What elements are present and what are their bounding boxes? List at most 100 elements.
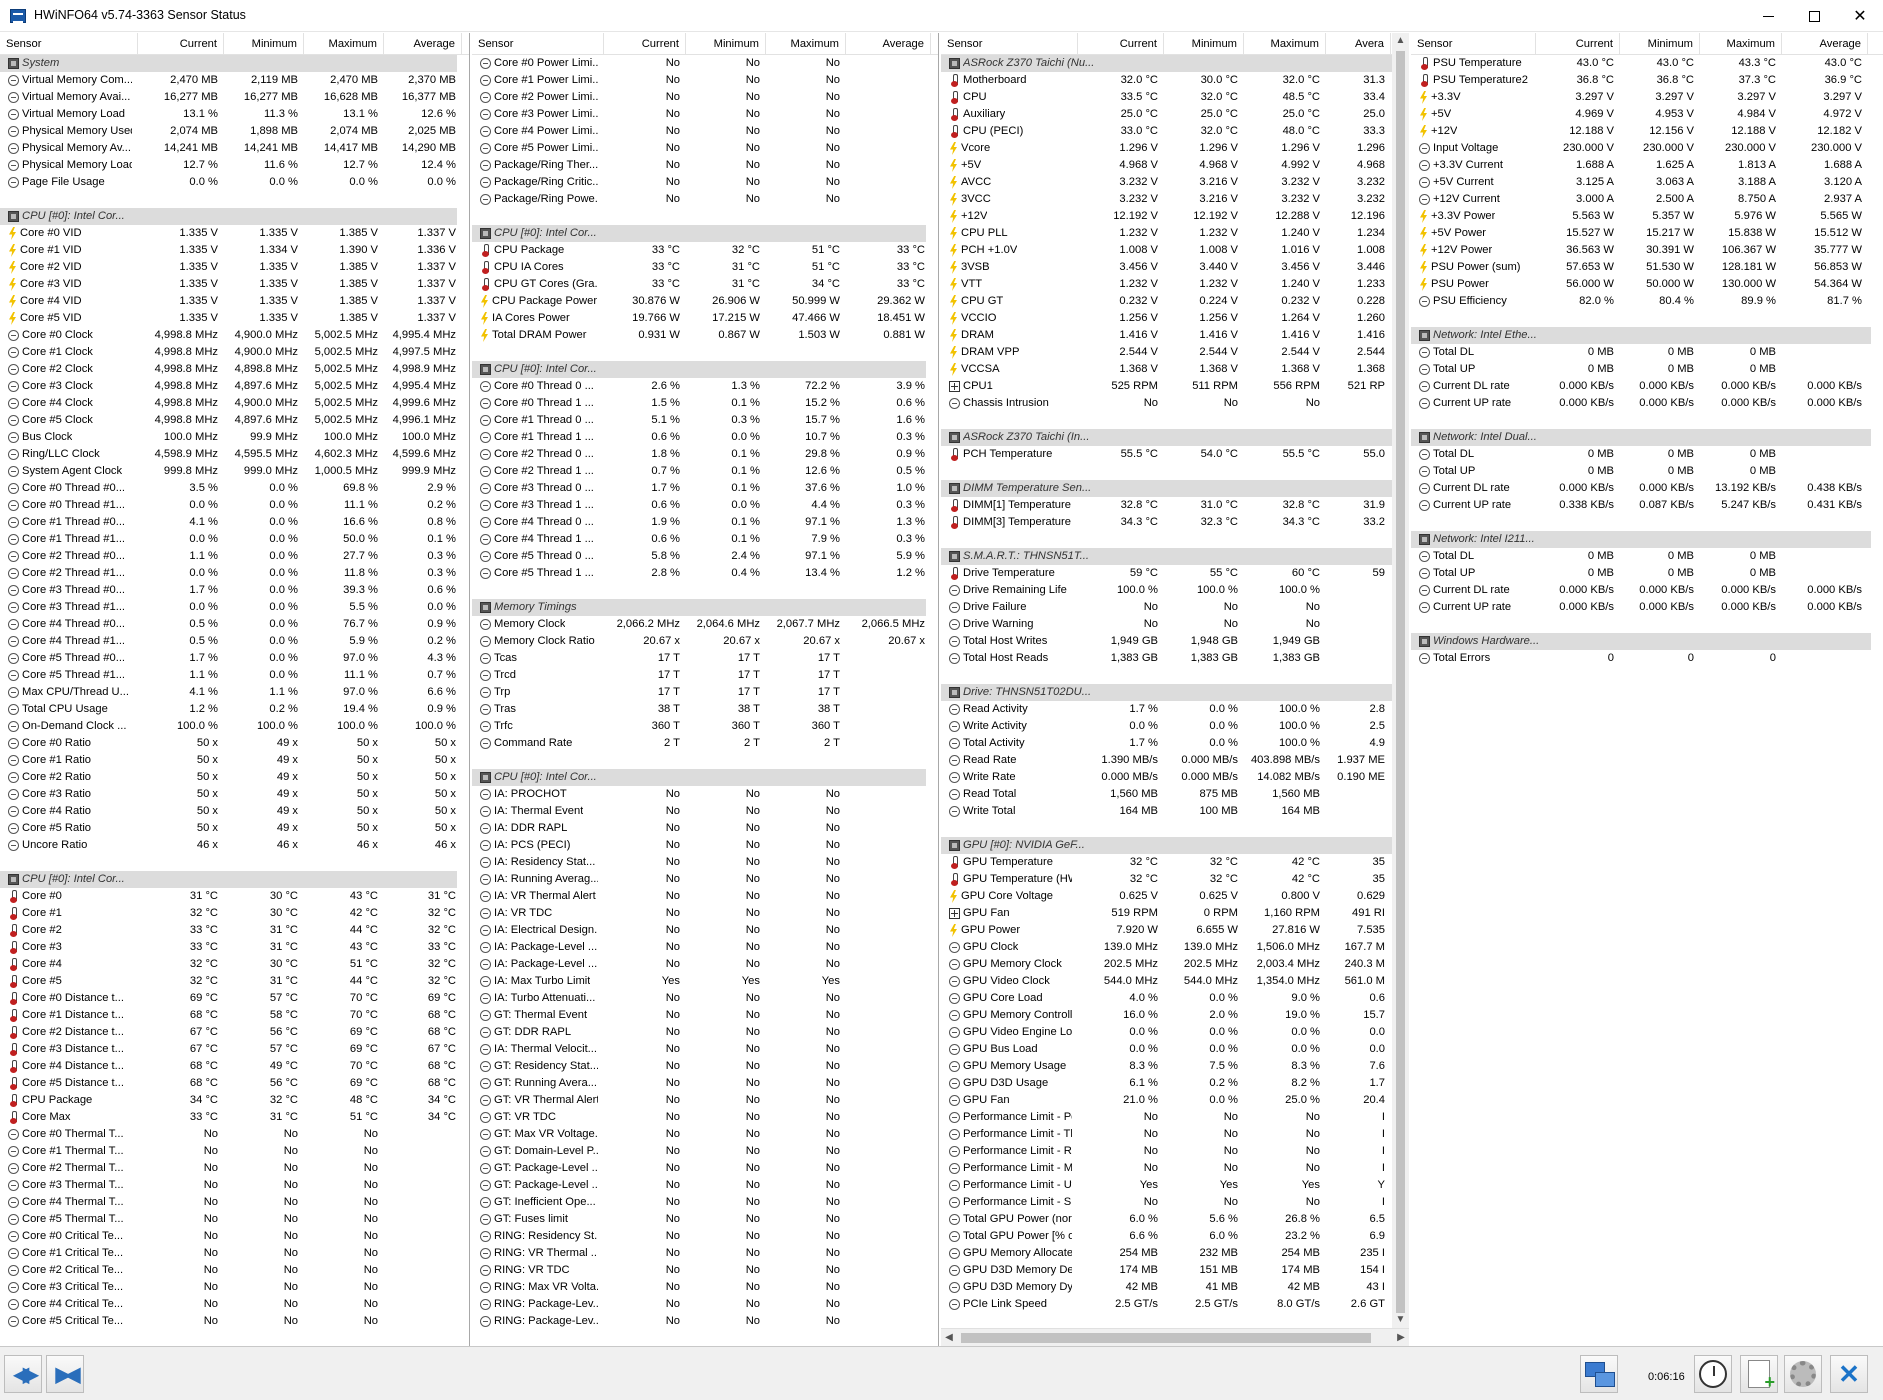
maximize-button[interactable]	[1791, 0, 1837, 32]
sensor-row[interactable]: Total UP 0 MB 0 MB 0 MB	[1411, 361, 1883, 378]
expand-columns-button[interactable]: ◀▶	[4, 1355, 42, 1393]
sensor-row[interactable]: GPU D3D Memory Dedic...174 MB151 MB174 M…	[941, 1262, 1408, 1279]
sensor-row[interactable]: Virtual Memory Load 13.1 % 11.3 % 13.1 % 12.…	[0, 106, 469, 123]
sensor-group-header[interactable]: CPU [#0]: Intel Cor...	[472, 225, 926, 242]
sensor-row[interactable]: Core #2 Power Limi... No No No	[472, 89, 938, 106]
sensor-row[interactable]: CPU Package 34 °C 32 °C 48 °C 34 °C	[0, 1092, 469, 1109]
sensor-row[interactable]: RING: Package-Lev... No No No	[472, 1313, 938, 1330]
sensor-row[interactable]: GPU D3D Memory Dyna...42 MB41 MB42 MB43 …	[941, 1279, 1408, 1296]
sensor-row[interactable]: Core #0 Thread 1 ... 1.5 % 0.1 % 15.2 % 0.6 …	[472, 395, 938, 412]
sensor-row[interactable]: Read Total 1,560 MB 875 MB 1,560 MB	[941, 786, 1408, 803]
sensor-row[interactable]: Physical Memory Used 2,074 MB 1,898 MB 2,07…	[0, 123, 469, 140]
sensor-row[interactable]: PSU Efficiency 82.0 % 80.4 % 89.9 % 81.7 %	[1411, 293, 1883, 310]
sensor-row[interactable]: IA: Residency Stat... No No No	[472, 854, 938, 871]
vertical-scroll-thumb[interactable]	[1396, 51, 1405, 1313]
column-header-minimum[interactable]: Minimum	[1620, 33, 1700, 54]
sensor-panel-1[interactable]: Sensor Current Minimum Maximum Average System…	[0, 33, 470, 1346]
sensor-row[interactable]: Core #4 Thread 1 ... 0.6 % 0.1 % 7.9 % 0.3 %	[472, 531, 938, 548]
sensor-group-header[interactable]: DIMM Temperature Sen...	[941, 480, 1396, 497]
sensor-row[interactable]: GPU Memory Clock 202.5 MHz 202.5 MHz 2,003.…	[941, 956, 1408, 973]
sensor-group-header[interactable]: ASRock Z370 Taichi (In...	[941, 429, 1396, 446]
sensor-row[interactable]: Core #4 32 °C 30 °C 51 °C 32 °C	[0, 956, 469, 973]
sensor-row[interactable]: Physical Memory Load 12.7 % 11.6 % 12.7 % 12…	[0, 157, 469, 174]
sensor-row[interactable]: Max CPU/Thread U... 4.1 % 1.1 % 97.0 % 6.6 %	[0, 684, 469, 701]
sensor-row[interactable]: IA: Thermal Velocit... No No No	[472, 1041, 938, 1058]
sensor-row[interactable]: GPU Memory Usage 8.3 % 7.5 % 8.3 % 7.6	[941, 1058, 1408, 1075]
sensor-panel-3[interactable]: Sensor Current Minimum Maximum Avera ASRock Z…	[941, 33, 1409, 1346]
sensor-row[interactable]: Total GPU Power [% of...6.6 %6.0 %23.2 %…	[941, 1228, 1408, 1245]
sensor-row[interactable]: AVCC 3.232 V 3.216 V 3.232 V 3.232	[941, 174, 1408, 191]
sensor-row[interactable]: GPU Memory Controller...16.0 %2.0 %19.0 …	[941, 1007, 1408, 1024]
sensor-row[interactable]: Core #3 VID 1.335 V 1.335 V 1.385 V 1.337 V	[0, 276, 469, 293]
column-header-minimum[interactable]: Minimum	[686, 33, 766, 54]
sensor-row[interactable]: Core #0 VID 1.335 V 1.335 V 1.385 V 1.337 V	[0, 225, 469, 242]
sensor-row[interactable]: Drive Failure No No No	[941, 599, 1408, 616]
sensor-group-header[interactable]: Network: Intel Dual...	[1411, 429, 1871, 446]
sensor-row[interactable]: GPU Video Engine Load0.0 %0.0 %0.0 %0.0	[941, 1024, 1408, 1041]
sensor-row[interactable]: Core #0 Thermal T... No No No	[0, 1126, 469, 1143]
sensor-row[interactable]: Core #1 Thread #1... 0.0 % 0.0 % 50.0 % 0.1 …	[0, 531, 469, 548]
sensor-row[interactable]: Page File Usage 0.0 % 0.0 % 0.0 % 0.0 %	[0, 174, 469, 191]
sensor-row[interactable]: Motherboard 32.0 °C 30.0 °C 32.0 °C 31.3	[941, 72, 1408, 89]
column-header-minimum[interactable]: Minimum	[224, 33, 304, 54]
sensor-row[interactable]: Core #5 Ratio 50 x 49 x 50 x 50 x	[0, 820, 469, 837]
sensor-row[interactable]: Core Max 33 °C 31 °C 51 °C 34 °C	[0, 1109, 469, 1126]
sensor-row[interactable]: IA: Package-Level ... No No No	[472, 939, 938, 956]
sensor-row[interactable]: Trfc 360 T 360 T 360 T	[472, 718, 938, 735]
sensor-row[interactable]: Core #3 Distance t... 67 °C 57 °C 69 °C 67 °…	[0, 1041, 469, 1058]
column-header-average[interactable]: Average	[384, 33, 462, 54]
sensor-row[interactable]: DIMM[3] Temperature 34.3 °C 32.3 °C 34.3 °C…	[941, 514, 1408, 531]
sensor-row[interactable]: Read Activity 1.7 % 0.0 % 100.0 % 2.8	[941, 701, 1408, 718]
sensor-row[interactable]: GPU Temperature (HW) 32 °C 32 °C 42 °C 35	[941, 871, 1408, 888]
sensor-group-header[interactable]: Drive: THNSN51T02DU...	[941, 684, 1396, 701]
panel3-horizontal-scrollbar[interactable]: ◀ ▶	[941, 1328, 1409, 1346]
sensor-row[interactable]: Core #2 Clock 4,998.8 MHz 4,898.8 MHz 5,002…	[0, 361, 469, 378]
sensor-row[interactable]: Core #5 Thread 1 ... 2.8 % 0.4 % 13.4 % 1.2 …	[472, 565, 938, 582]
sensor-row[interactable]: CPU (PECI) 33.0 °C 32.0 °C 48.0 °C 33.3	[941, 123, 1408, 140]
sensor-row[interactable]: Core #5 VID 1.335 V 1.335 V 1.385 V 1.337 V	[0, 310, 469, 327]
column-header-average[interactable]: Avera	[1326, 33, 1391, 54]
sensor-row[interactable]: DRAM VPP 2.544 V 2.544 V 2.544 V 2.544	[941, 344, 1408, 361]
sensor-row[interactable]: Ring/LLC Clock 4,598.9 MHz 4,595.5 MHz 4,60…	[0, 446, 469, 463]
sensor-row[interactable]: Core #2 33 °C 31 °C 44 °C 32 °C	[0, 922, 469, 939]
sensor-row[interactable]: Core #0 Clock 4,998.8 MHz 4,900.0 MHz 5,002…	[0, 327, 469, 344]
sensor-row[interactable]: Total UP 0 MB 0 MB 0 MB	[1411, 463, 1883, 480]
sensor-row[interactable]: PCIe Link Speed 2.5 GT/s 2.5 GT/s 8.0 GT/s 2…	[941, 1296, 1408, 1313]
minimize-button[interactable]	[1745, 0, 1791, 32]
sensor-row[interactable]: GPU Power 7.920 W 6.655 W 27.816 W 7.535	[941, 922, 1408, 939]
sensor-row[interactable]: +3.3V Power 5.563 W 5.357 W 5.976 W 5.565 W	[1411, 208, 1883, 225]
sensor-group-header[interactable]: Memory Timings	[472, 599, 926, 616]
sensor-row[interactable]: Performance Limit - PowerNoNoNoI	[941, 1109, 1408, 1126]
sensor-row[interactable]: Core #5 Power Limi... No No No	[472, 140, 938, 157]
sensor-row[interactable]: Core #5 Distance t... 68 °C 56 °C 69 °C 68 °…	[0, 1075, 469, 1092]
sensor-group-header[interactable]: CPU [#0]: Intel Cor...	[0, 871, 457, 888]
sensor-row[interactable]: Core #3 Thread 0 ... 1.7 % 0.1 % 37.6 % 1.0 …	[472, 480, 938, 497]
sensor-row[interactable]: Total Errors 0 0 0	[1411, 650, 1883, 667]
collapse-columns-button[interactable]: ▶◀	[46, 1355, 84, 1393]
sensor-row[interactable]: GPU Fan 21.0 % 0.0 % 25.0 % 20.4	[941, 1092, 1408, 1109]
sensor-row[interactable]: Core #3 Thread #0... 1.7 % 0.0 % 39.3 % 0.6 …	[0, 582, 469, 599]
sensor-panel-2[interactable]: Sensor Current Minimum Maximum Average Core #…	[472, 33, 939, 1346]
sensor-row[interactable]: RING: Package-Lev... No No No	[472, 1296, 938, 1313]
sensor-row[interactable]: Drive Warning No No No	[941, 616, 1408, 633]
sensor-row[interactable]: Core #2 Thread #0... 1.1 % 0.0 % 27.7 % 0.3 …	[0, 548, 469, 565]
sensor-row[interactable]: Core #0 Thread 0 ... 2.6 % 1.3 % 72.2 % 3.9 …	[472, 378, 938, 395]
sensor-row[interactable]: GT: Fuses limit No No No	[472, 1211, 938, 1228]
sensor-row[interactable]: Core #5 Thermal T... No No No	[0, 1211, 469, 1228]
scroll-up-arrow-icon[interactable]: ▲	[1392, 33, 1409, 49]
sensor-row[interactable]: DIMM[1] Temperature 32.8 °C 31.0 °C 32.8 °C…	[941, 497, 1408, 514]
column-header-average[interactable]: Average	[846, 33, 931, 54]
sensor-row[interactable]: IA: VR Thermal Alert No No No	[472, 888, 938, 905]
sensor-row[interactable]: Uncore Ratio 46 x 46 x 46 x 46 x	[0, 837, 469, 854]
sensor-row[interactable]: GPU Fan 519 RPM 0 RPM 1,160 RPM 491 RI	[941, 905, 1408, 922]
sensor-row[interactable]: +5V 4.968 V 4.968 V 4.992 V 4.968	[941, 157, 1408, 174]
sensor-row[interactable]: Core #2 Distance t... 67 °C 56 °C 69 °C 68 °…	[0, 1024, 469, 1041]
sensor-row[interactable]: +12V 12.192 V 12.192 V 12.288 V 12.196	[941, 208, 1408, 225]
sensor-row[interactable]: Core #4 Thread #1... 0.5 % 0.0 % 5.9 % 0.2 %	[0, 633, 469, 650]
sensor-row[interactable]: Core #3 Thread 1 ... 0.6 % 0.0 % 4.4 % 0.3 %	[472, 497, 938, 514]
sensor-row[interactable]: Core #2 VID 1.335 V 1.335 V 1.385 V 1.337 V	[0, 259, 469, 276]
sensor-row[interactable]: Current UP rate 0.338 KB/s 0.087 KB/s 5.247…	[1411, 497, 1883, 514]
sensor-row[interactable]: GT: Residency Stat... No No No	[472, 1058, 938, 1075]
sensor-row[interactable]: Core #3 Power Limi... No No No	[472, 106, 938, 123]
sensor-row[interactable]: CPU GT Cores (Gra... 33 °C 31 °C 34 °C 33 °C	[472, 276, 938, 293]
